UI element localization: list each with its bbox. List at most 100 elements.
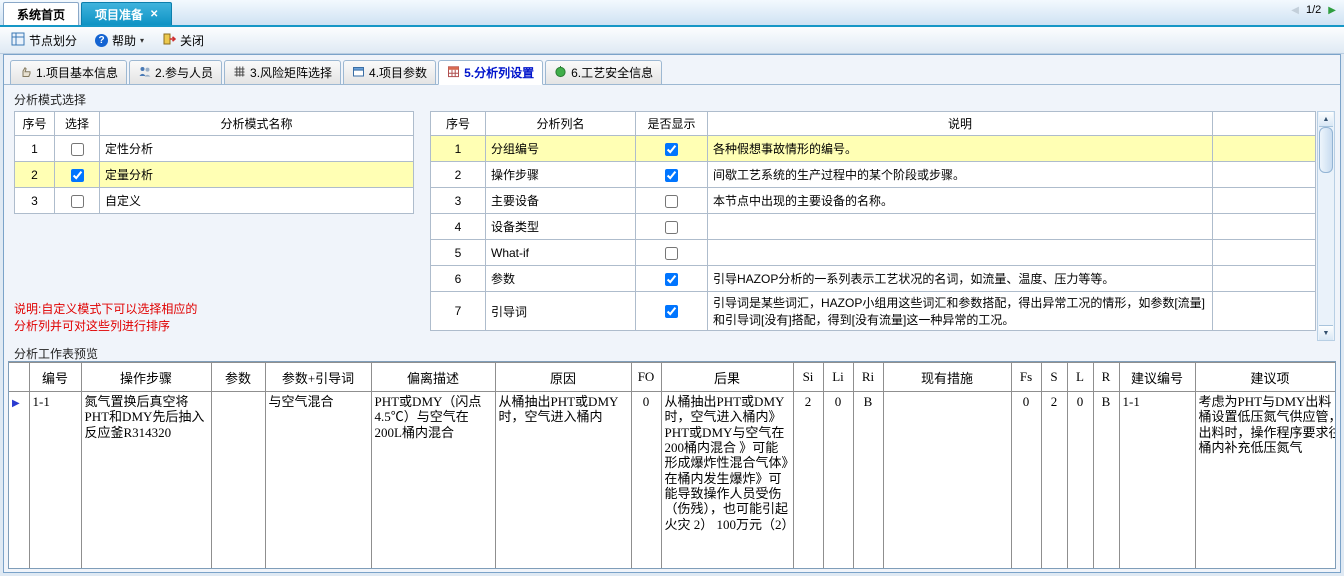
preview-cell: 0 [822, 391, 854, 568]
tab-system-home[interactable]: 系统首页 [3, 2, 80, 25]
column-row-no: 2 [430, 161, 486, 188]
column-show-checkbox[interactable] [665, 305, 678, 319]
column-name: 引导词 [485, 291, 636, 331]
column-desc: 引导HAZOP分析的一系列表示工艺状况的名词，如流量、温度、压力等等。 [707, 265, 1213, 292]
tab-label: 系统首页 [17, 7, 66, 22]
tab-risk-matrix[interactable]: 3.风险矩阵选择 [224, 60, 342, 85]
column-show-cell [635, 213, 708, 240]
mode-select-checkbox[interactable] [70, 194, 84, 208]
column-show-cell [635, 265, 708, 292]
column-desc: 各种假想事故情形的编号。 [707, 135, 1213, 162]
analysis-column-row[interactable]: 5 What-if [430, 239, 1316, 266]
tab-project-prep[interactable]: 项目准备 ✕ [81, 2, 173, 25]
mode-select-checkbox[interactable] [70, 168, 84, 182]
mode-row[interactable]: 3 自定义 [14, 187, 414, 214]
tab-label: 5.分析列设置 [464, 66, 535, 80]
preview-cell: 从桶抽出PHT或DMY时，空气进入桶内》PHT或DMY与空气在200桶内混合 》… [660, 391, 794, 568]
analysis-column-row[interactable]: 3 主要设备 本节点中出现的主要设备的名称。 [430, 187, 1316, 214]
close-button[interactable]: 关闭 [155, 29, 211, 52]
mode-row-no: 3 [14, 187, 55, 214]
column-show-checkbox[interactable] [665, 220, 678, 234]
help-icon: ? [95, 33, 109, 47]
column-desc [707, 239, 1213, 266]
preview-col-header: 参数+引导词 [264, 362, 372, 392]
columns-table-scrollbar[interactable]: ▲ ▼ [1317, 111, 1335, 341]
tab-analysis-columns[interactable]: 5.分析列设置 [438, 60, 544, 85]
pager-next-icon[interactable]: ▶ [1328, 5, 1336, 16]
scroll-up-icon[interactable]: ▲ [1319, 112, 1333, 127]
scrollbar-thumb[interactable] [1319, 127, 1333, 173]
current-row-indicator: ▶ [9, 391, 30, 568]
column-name: 设备类型 [485, 213, 636, 240]
help-button[interactable]: ? 帮助 ▾ [88, 29, 151, 52]
columns-table-body: 1 分组编号 各种假想事故情形的编号。 2 操作步骤 间歇工艺系统的生产过程中的某个阶段或… [430, 135, 1316, 331]
preview-col-header: 操作步骤 [80, 362, 212, 392]
project-prep-panel: 1.项目基本信息 2.参与人员 3.风险矩阵选择 4.项目参数 5.分析列设置 [3, 54, 1341, 573]
preview-col-header: L [1066, 362, 1094, 392]
column-show-checkbox[interactable] [665, 272, 678, 286]
preview-table-body: ▶ 1-1 氮气置换后真空将PHT和DMY先后抽入反应釜R314320 与空气混合 PH… [9, 391, 1335, 568]
analysis-column-row[interactable]: 7 引导词 引导词是某些词汇，HAZOP小组用这些词汇和参数搭配，得出异常工况的情形… [430, 291, 1316, 331]
mode-name: 定性分析 [99, 135, 414, 162]
people-icon [138, 65, 151, 81]
col-header: 选择 [54, 111, 100, 136]
column-show-cell [635, 135, 708, 162]
preview-col-header: 参数 [210, 362, 266, 392]
column-show-cell [635, 239, 708, 266]
preview-cell: PHT或DMY（闪点4.5℃）与空气在200L桶内混合 [370, 391, 496, 568]
column-filler-cell [1212, 291, 1316, 331]
column-desc [707, 213, 1213, 240]
analysis-column-row[interactable]: 2 操作步骤 间歇工艺系统的生产过程中的某个阶段或步骤。 [430, 161, 1316, 188]
column-show-checkbox[interactable] [665, 246, 678, 260]
analysis-column-row[interactable]: 4 设备类型 [430, 213, 1316, 240]
tab-participants[interactable]: 2.参与人员 [129, 60, 223, 85]
mode-row[interactable]: 1 定性分析 [14, 135, 414, 162]
tab-label: 1.项目基本信息 [36, 66, 119, 80]
tab-project-basic-info[interactable]: 1.项目基本信息 [10, 60, 128, 85]
tab-pager: ◀ 1/2 ▶ [1291, 4, 1336, 16]
col-header: 说明 [707, 111, 1213, 136]
tab-process-safety-info[interactable]: 6.工艺安全信息 [545, 60, 663, 85]
close-icon [162, 32, 177, 49]
column-show-cell [635, 161, 708, 188]
analysis-column-row[interactable]: 1 分组编号 各种假想事故情形的编号。 [430, 135, 1316, 162]
mode-row[interactable]: 2 定量分析 [14, 161, 414, 188]
preview-header-row: 编号 操作步骤 参数 参数+引导词 偏离描述 原因 FO 后果 Si Li Ri 现有措施 Fs S L R 建… [9, 362, 1335, 392]
mode-row-no: 2 [14, 161, 55, 188]
node-divide-button[interactable]: 节点划分 [4, 29, 84, 52]
preview-col-header: 偏离描述 [370, 362, 496, 392]
col-header-filler [1212, 111, 1316, 136]
column-show-checkbox[interactable] [665, 168, 678, 182]
scroll-down-icon[interactable]: ▼ [1319, 325, 1333, 340]
step-tab-strip: 1.项目基本信息 2.参与人员 3.风险矩阵选择 4.项目参数 5.分析列设置 [4, 55, 1340, 85]
column-settings-icon [447, 65, 460, 81]
mode-select-cell [54, 135, 100, 162]
close-tab-icon[interactable]: ✕ [150, 9, 158, 20]
col-header: 序号 [14, 111, 55, 136]
preview-cell: 0 [1066, 391, 1094, 568]
column-show-checkbox[interactable] [665, 194, 678, 208]
analysis-column-row[interactable]: 6 参数 引导HAZOP分析的一系列表示工艺状况的名词，如流量、温度、压力等等。 [430, 265, 1316, 292]
column-row-no: 7 [430, 291, 486, 331]
preview-row[interactable]: ▶ 1-1 氮气置换后真空将PHT和DMY先后抽入反应釜R314320 与空气混合 PH… [9, 391, 1335, 568]
preview-col-header: FO [630, 362, 662, 392]
column-filler-cell [1212, 265, 1316, 292]
mode-table: 序号 选择 分析模式名称 1 定性分析 2 定量分析 3 自定义 [14, 111, 414, 214]
window-icon [352, 65, 365, 81]
preview-cell: B [1092, 391, 1120, 568]
node-divide-label: 节点划分 [29, 33, 78, 48]
preview-cell: 2 [792, 391, 824, 568]
mode-select-checkbox[interactable] [70, 142, 84, 156]
pager-prev-icon[interactable]: ◀ [1291, 5, 1299, 16]
preview-cell: 与空气混合 [264, 391, 372, 568]
preview-col-header: R [1092, 362, 1120, 392]
column-show-checkbox[interactable] [665, 142, 678, 156]
mode-table-header-row: 序号 选择 分析模式名称 [14, 111, 414, 136]
window-tab-bar: 系统首页 项目准备 ✕ ◀ 1/2 ▶ [0, 0, 1344, 27]
preview-cell: 0 [1010, 391, 1042, 568]
tab-label: 4.项目参数 [369, 66, 428, 80]
tab-project-params[interactable]: 4.项目参数 [343, 60, 437, 85]
preview-cell: 1-1 [1118, 391, 1196, 568]
preview-col-header: 后果 [660, 362, 794, 392]
preview-col-header: Ri [852, 362, 884, 392]
